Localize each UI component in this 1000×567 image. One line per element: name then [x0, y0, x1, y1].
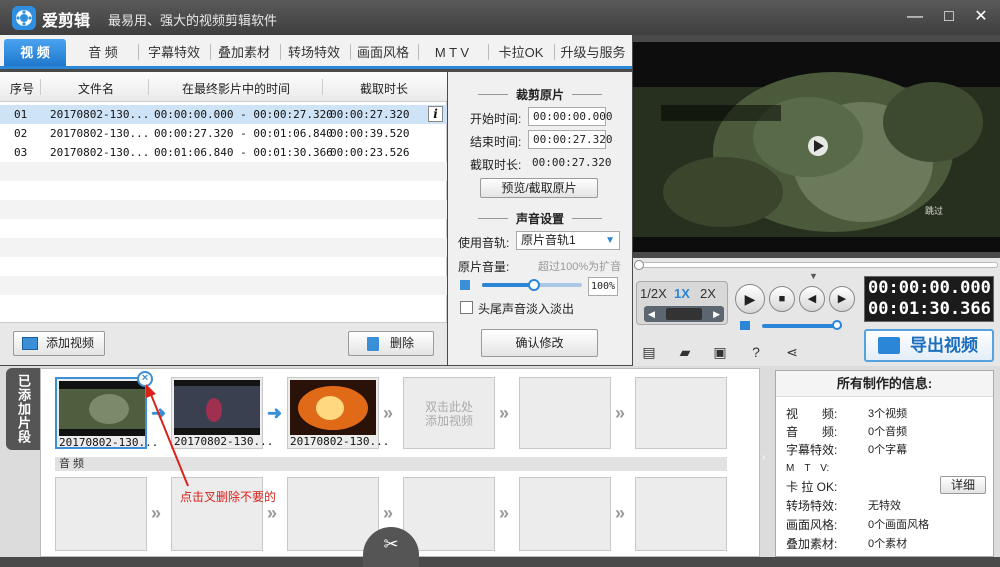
info-row: 叠加素材: 0个素材 — [786, 535, 907, 552]
info-value: 0个字幕 — [868, 444, 908, 456]
detail-button[interactable]: 详细 — [940, 476, 986, 494]
info-row: 卡 拉 OK: — [786, 478, 837, 495]
info-title: 所有制作的信息: — [776, 371, 993, 397]
info-key: M T V: — [786, 463, 830, 474]
info-row: 画面风格: 0个画面风格 — [786, 516, 929, 533]
info-row: 音 频: 0个音频 — [786, 423, 907, 440]
info-value: 3个视频 — [868, 408, 908, 420]
info-row: 字幕特效: 0个字幕 — [786, 441, 907, 458]
info-key: 叠加素材: — [786, 537, 838, 551]
info-row: 转场特效: 无特效 — [786, 497, 901, 514]
project-info-panel: 所有制作的信息: 视 频: 3个视频 音 频: 0个音频 字幕特效: 0个字幕 M T… — [775, 370, 994, 557]
info-value: 0个画面风格 — [868, 519, 930, 531]
info-key: 转场特效: — [786, 499, 838, 513]
info-row: 视 频: 3个视频 — [786, 405, 907, 422]
info-key: 画面风格: — [786, 518, 838, 532]
info-value: 0个素材 — [868, 538, 908, 550]
info-key: 字幕特效: — [786, 443, 838, 457]
info-row: M T V: — [786, 459, 829, 474]
info-key: 音 频: — [786, 425, 838, 439]
info-value: 0个音频 — [868, 426, 908, 438]
info-value: 无特效 — [868, 500, 901, 512]
info-key: 卡 拉 OK: — [786, 480, 838, 494]
info-key: 视 频: — [786, 407, 838, 421]
annotation-text: 点击叉删除不要的 — [180, 490, 277, 504]
